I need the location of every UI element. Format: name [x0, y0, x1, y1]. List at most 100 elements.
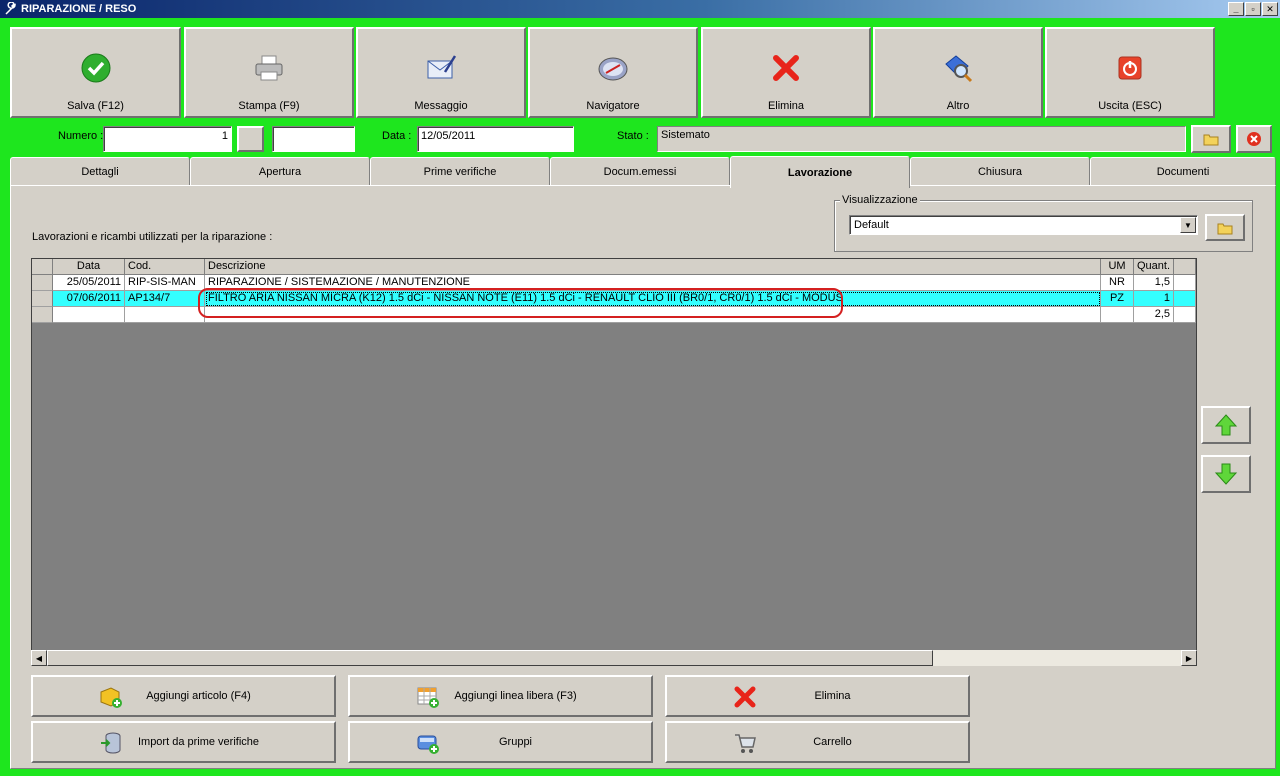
move-up-button[interactable] — [1201, 406, 1251, 444]
tab-apertura[interactable]: Apertura — [190, 157, 370, 186]
print-button[interactable]: Stampa (F9) — [184, 27, 354, 118]
tab-prime-verifiche[interactable]: Prime verifiche — [370, 157, 550, 186]
cell-descrizione: FILTRO ARIA NISSAN MICRA (K12) 1.5 dCi -… — [205, 291, 1101, 307]
arrow-up-icon — [1214, 414, 1238, 436]
col-extra — [1174, 259, 1196, 275]
import-button[interactable]: Import da prime verifiche — [31, 721, 336, 763]
cell-data: 07/06/2011 — [53, 291, 125, 307]
delete-row-button[interactable]: Elimina — [665, 675, 970, 717]
table-row[interactable]: 25/05/2011 RIP-SIS-MAN RIPARAZIONE / SIS… — [32, 275, 1196, 291]
cell-data — [53, 307, 125, 323]
numero-lookup-button[interactable] — [237, 126, 264, 152]
add-free-line-button[interactable]: Aggiungi linea libera (F3) — [348, 675, 653, 717]
numero-label: Numero : — [58, 130, 104, 142]
message-label: Messaggio — [414, 100, 468, 112]
other-button[interactable]: Altro — [873, 27, 1043, 118]
save-label: Salva (F12) — [67, 100, 124, 112]
tab-strip: Dettagli Apertura Prime verifiche Docum.… — [10, 156, 1276, 188]
save-button[interactable]: Salva (F12) — [10, 27, 181, 118]
cell-quant-total: 2,5 — [1134, 307, 1174, 323]
table-row-new[interactable]: 2,5 — [32, 307, 1196, 323]
navigator-button[interactable]: Navigatore — [528, 27, 698, 118]
message-button[interactable]: Messaggio — [356, 27, 526, 118]
tab-chiusura[interactable]: Chiusura — [910, 157, 1090, 186]
add-free-line-label: Aggiungi linea libera (F3) — [454, 690, 577, 702]
restore-icon: ▫ — [1251, 3, 1255, 14]
cell-um: PZ — [1101, 291, 1134, 307]
cell-um — [1101, 307, 1134, 323]
title-bar: RIPARAZIONE / RESO — [0, 0, 1280, 18]
numero-input[interactable]: 1 — [103, 126, 232, 152]
col-um[interactable]: UM — [1101, 259, 1134, 275]
folder-icon — [1203, 134, 1219, 146]
tab-lavorazione[interactable]: Lavorazione — [730, 156, 910, 188]
col-descrizione[interactable]: Descrizione — [205, 259, 1101, 275]
col-quant[interactable]: Quant. — [1134, 259, 1174, 275]
dropdown-button[interactable]: ▼ — [1180, 217, 1196, 233]
data-label: Data : — [382, 130, 412, 142]
move-down-button[interactable] — [1201, 455, 1251, 493]
visualizzazione-select[interactable]: Default ▼ — [849, 215, 1198, 235]
col-data[interactable]: Data — [53, 259, 125, 275]
chevron-left-icon: ◀ — [35, 653, 43, 663]
status-field: Sistemato — [657, 126, 1186, 152]
visualizzazione-folder-button[interactable] — [1205, 214, 1245, 241]
navigator-label: Navigatore — [586, 100, 640, 112]
cell-cod — [125, 307, 205, 323]
groups-label: Gruppi — [498, 736, 533, 748]
grid-header: Data Cod. Descrizione UM Quant. — [32, 259, 1196, 275]
tab-documenti[interactable]: Documenti — [1090, 157, 1276, 186]
scroll-right-button[interactable]: ▶ — [1181, 650, 1197, 666]
cell-extra — [1174, 275, 1196, 291]
exit-button[interactable]: Uscita (ESC) — [1045, 27, 1215, 118]
import-label: Import da prime verifiche — [137, 736, 260, 748]
folder-icon — [1217, 223, 1233, 234]
cart-button[interactable]: Carrello — [665, 721, 970, 763]
close-icon: ✕ — [1266, 3, 1274, 14]
tab-docum-emessi[interactable]: Docum.emessi — [550, 157, 730, 186]
power-icon — [1118, 56, 1142, 80]
row-selector[interactable] — [32, 291, 53, 307]
envelope-icon — [427, 55, 457, 79]
chevron-right-icon: ▶ — [1185, 653, 1193, 663]
window-title: RIPARAZIONE / RESO — [21, 3, 137, 15]
row-selector[interactable] — [32, 307, 53, 323]
date-input[interactable]: 12/05/2011 — [417, 126, 574, 152]
tab-dettagli[interactable]: Dettagli — [10, 157, 190, 186]
minimize-button[interactable]: _ — [1228, 2, 1244, 16]
stato-label: Stato : — [617, 130, 649, 142]
col-cod[interactable]: Cod. — [125, 259, 205, 275]
cell-descrizione — [205, 307, 1101, 323]
check-icon — [81, 53, 110, 83]
status-folder-button[interactable] — [1191, 125, 1231, 153]
visualizzazione-value: Default — [854, 219, 889, 231]
row-selector-header — [32, 259, 53, 275]
printer-icon — [255, 55, 283, 81]
scroll-left-button[interactable]: ◀ — [31, 650, 47, 666]
close-window-button[interactable]: ✕ — [1262, 2, 1278, 16]
cell-cod: AP134/7 — [125, 291, 205, 307]
cell-um: NR — [1101, 275, 1134, 291]
cell-data: 25/05/2011 — [53, 275, 125, 291]
add-article-label: Aggiungi articolo (F4) — [146, 690, 251, 702]
visualizzazione-label: Visualizzazione — [840, 194, 920, 206]
status-clear-button[interactable] — [1236, 125, 1272, 153]
cell-quant: 1,5 — [1134, 275, 1174, 291]
minimize-icon: _ — [1233, 3, 1239, 14]
delete-button[interactable]: Elimina — [701, 27, 871, 118]
horizontal-scrollbar[interactable]: ◀ ▶ — [31, 650, 1197, 666]
items-grid[interactable]: Data Cod. Descrizione UM Quant. 25/05/20… — [31, 258, 1197, 666]
table-row-selected[interactable]: 07/06/2011 AP134/7 FILTRO ARIA NISSAN MI… — [32, 291, 1196, 307]
scroll-thumb[interactable] — [47, 650, 933, 666]
cell-descrizione: RIPARAZIONE / SISTEMAZIONE / MANUTENZION… — [205, 275, 1101, 291]
numero-suffix-input[interactable] — [272, 126, 355, 152]
cell-cod: RIP-SIS-MAN — [125, 275, 205, 291]
print-label: Stampa (F9) — [238, 100, 300, 112]
groups-button[interactable]: Gruppi — [348, 721, 653, 763]
row-selector[interactable] — [32, 275, 53, 291]
add-article-button[interactable]: Aggiungi articolo (F4) — [31, 675, 336, 717]
magnifier-icon — [945, 55, 973, 83]
maximize-button[interactable]: ▫ — [1245, 2, 1261, 16]
chevron-down-icon: ▼ — [1184, 220, 1192, 230]
cell-quant: 1 — [1134, 291, 1174, 307]
